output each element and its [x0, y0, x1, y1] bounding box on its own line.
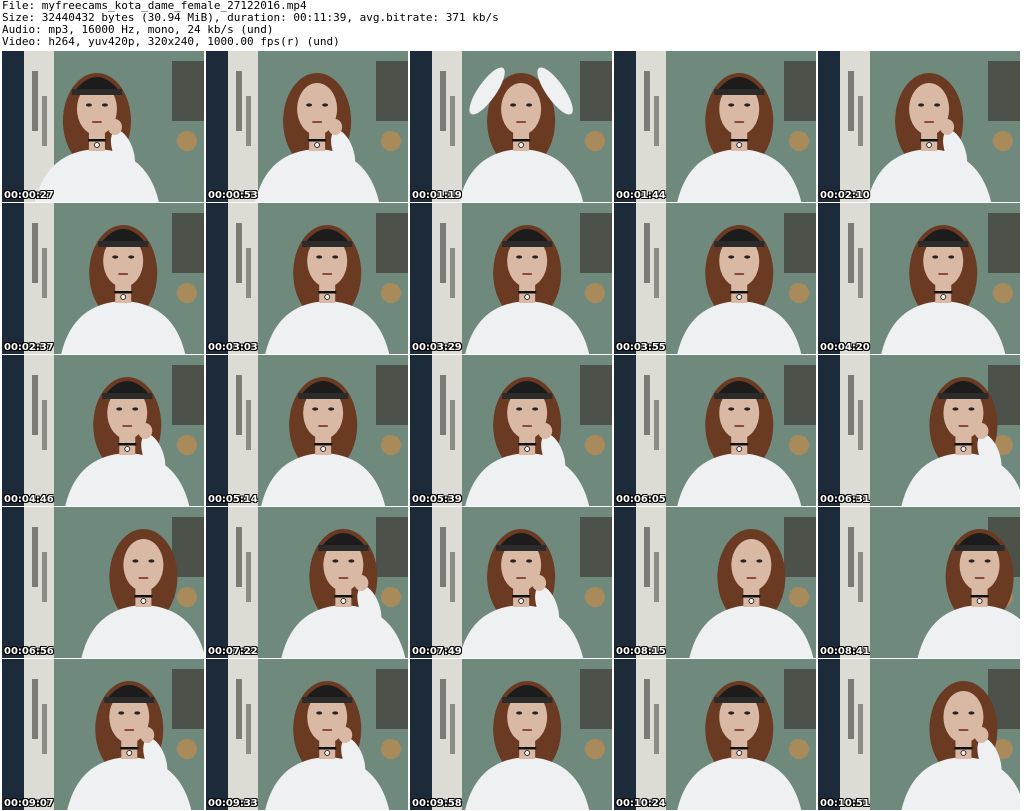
video-thumbnail: 00:10:24	[614, 659, 816, 810]
thumbnail-scene	[2, 659, 204, 810]
thumbnail-scene	[410, 507, 612, 658]
video-thumbnail: 00:07:22	[206, 507, 408, 658]
video-thumbnail: 00:08:41	[818, 507, 1020, 658]
thumbnail-timestamp: 00:10:51	[820, 798, 870, 809]
thumbnail-scene	[818, 51, 1020, 202]
thumbnail-timestamp: 00:04:20	[820, 342, 870, 353]
thumbnail-scene	[206, 355, 408, 506]
thumbnail-scene	[206, 51, 408, 202]
thumbnail-timestamp: 00:02:10	[820, 190, 870, 201]
thumbnail-scene	[818, 659, 1020, 810]
video-thumbnail: 00:05:14	[206, 355, 408, 506]
thumbnail-timestamp: 00:10:24	[616, 798, 666, 809]
thumbnail-scene	[818, 355, 1020, 506]
video-thumbnail: 00:06:05	[614, 355, 816, 506]
video-thumbnail: 00:03:29	[410, 203, 612, 354]
video-info-line: Video: h264, yuv420p, 320x240, 1000.00 f…	[2, 35, 340, 48]
thumbnail-scene	[2, 203, 204, 354]
thumbnail-timestamp: 00:06:05	[616, 494, 666, 505]
thumbnail-timestamp: 00:09:33	[208, 798, 258, 809]
thumbnail-timestamp: 00:07:22	[208, 646, 258, 657]
thumbnail-scene	[614, 355, 816, 506]
thumbnail-timestamp: 00:06:31	[820, 494, 870, 505]
thumbnail-scene	[410, 203, 612, 354]
thumbnail-timestamp: 00:08:15	[616, 646, 666, 657]
thumbnail-timestamp: 00:03:29	[412, 342, 462, 353]
thumbnail-scene	[818, 507, 1020, 658]
video-thumbnail: 00:03:55	[614, 203, 816, 354]
thumbnail-timestamp: 00:00:27	[4, 190, 54, 201]
thumbnail-timestamp: 00:08:41	[820, 646, 870, 657]
video-thumbnail: 00:09:58	[410, 659, 612, 810]
thumbnail-scene	[206, 203, 408, 354]
thumbnail-timestamp: 00:05:39	[412, 494, 462, 505]
video-thumbnail: 00:00:27	[2, 51, 204, 202]
video-thumbnail: 00:06:31	[818, 355, 1020, 506]
video-thumbnail: 00:02:10	[818, 51, 1020, 202]
video-thumbnail: 00:09:07	[2, 659, 204, 810]
thumbnail-scene	[410, 355, 612, 506]
thumbnail-scene	[410, 659, 612, 810]
video-thumbnail: 00:10:51	[818, 659, 1020, 810]
thumbnail-scene	[2, 507, 204, 658]
video-thumbnail: 00:09:33	[206, 659, 408, 810]
video-thumbnail: 00:07:49	[410, 507, 612, 658]
thumbnail-timestamp: 00:07:49	[412, 646, 462, 657]
thumbnail-timestamp: 00:01:44	[616, 190, 666, 201]
thumbnail-grid: 00:00:27 00:00:53 00:01:19 00:01:44 00:02:10…	[2, 51, 1022, 811]
video-thumbnail: 00:05:39	[410, 355, 612, 506]
thumbnail-scene	[2, 51, 204, 202]
thumbnail-timestamp: 00:03:55	[616, 342, 666, 353]
thumbnail-timestamp: 00:02:37	[4, 342, 54, 353]
thumbnail-timestamp: 00:03:03	[208, 342, 258, 353]
thumbnail-timestamp: 00:09:07	[4, 798, 54, 809]
video-thumbnail: 00:00:53	[206, 51, 408, 202]
thumbnail-scene	[614, 659, 816, 810]
thumbnail-timestamp: 00:06:56	[4, 646, 54, 657]
thumbnail-scene	[410, 51, 612, 202]
thumbnail-timestamp: 00:01:19	[412, 190, 462, 201]
thumbnail-timestamp: 00:00:53	[208, 190, 258, 201]
thumbnail-scene	[206, 659, 408, 810]
video-thumbnail: 00:08:15	[614, 507, 816, 658]
file-info-header: File: myfreecams_kota_dame_female_271220…	[2, 0, 1022, 50]
thumbnail-timestamp: 00:05:14	[208, 494, 258, 505]
thumbnail-scene	[614, 507, 816, 658]
video-thumbnail: 00:01:44	[614, 51, 816, 202]
video-thumbnail: 00:04:46	[2, 355, 204, 506]
thumbnail-timestamp: 00:09:58	[412, 798, 462, 809]
video-thumbnail: 00:03:03	[206, 203, 408, 354]
thumbnail-scene	[614, 203, 816, 354]
video-thumbnail: 00:06:56	[2, 507, 204, 658]
thumbnail-scene	[2, 355, 204, 506]
video-thumbnail: 00:04:20	[818, 203, 1020, 354]
video-thumbnail: 00:01:19	[410, 51, 612, 202]
thumbnail-scene	[818, 203, 1020, 354]
thumbnail-scene	[206, 507, 408, 658]
video-thumbnail: 00:02:37	[2, 203, 204, 354]
thumbnail-timestamp: 00:04:46	[4, 494, 54, 505]
thumbnail-scene	[614, 51, 816, 202]
